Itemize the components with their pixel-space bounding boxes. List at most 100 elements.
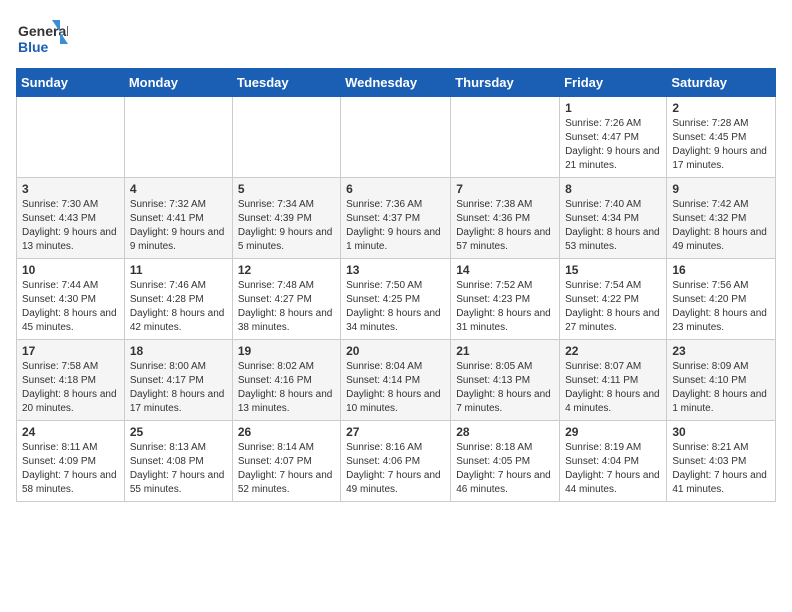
calendar-cell: 21 Sunrise: 8:05 AM Sunset: 4:13 PM Dayli… bbox=[451, 340, 560, 421]
page-header: General Blue bbox=[16, 16, 776, 60]
calendar-cell: 15 Sunrise: 7:54 AM Sunset: 4:22 PM Dayli… bbox=[560, 259, 667, 340]
day-number: 12 bbox=[238, 263, 335, 277]
calendar-header-row: SundayMondayTuesdayWednesdayThursdayFrid… bbox=[17, 69, 776, 97]
calendar-cell: 6Sunrise: 7:36 AM Sunset: 4:37 PM Daylig… bbox=[341, 178, 451, 259]
week-row-1: 1 Sunrise: 7:26 AM Sunset: 4:47 PM Daylig… bbox=[17, 97, 776, 178]
calendar-cell: 30Sunrise: 8:21 AM Sunset: 4:03 PM Dayli… bbox=[667, 421, 776, 502]
day-info: Sunrise: 8:19 AM Sunset: 4:04 PM Dayligh… bbox=[565, 442, 660, 495]
day-info: Sunrise: 8:07 AM Sunset: 4:11 PM Dayligh… bbox=[565, 361, 660, 414]
day-info: Sunrise: 8:04 AM Sunset: 4:14 PM Dayligh… bbox=[346, 361, 441, 414]
day-info: Sunrise: 8:14 AM Sunset: 4:07 PM Dayligh… bbox=[238, 442, 333, 495]
day-info: Sunrise: 7:54 AM Sunset: 4:22 PM Dayligh… bbox=[565, 280, 660, 333]
day-info: Sunrise: 7:30 AM Sunset: 4:43 PM Dayligh… bbox=[22, 199, 117, 252]
day-number: 30 bbox=[672, 425, 770, 439]
day-header-wednesday: Wednesday bbox=[341, 69, 451, 97]
day-number: 4 bbox=[130, 182, 227, 196]
day-number: 3 bbox=[22, 182, 119, 196]
calendar-cell: 27 Sunrise: 8:16 AM Sunset: 4:06 PM Dayli… bbox=[341, 421, 451, 502]
day-number: 16 bbox=[672, 263, 770, 277]
day-number: 1 bbox=[565, 101, 661, 115]
day-info: Sunrise: 8:00 AM Sunset: 4:17 PM Dayligh… bbox=[130, 361, 225, 414]
day-number: 2 bbox=[672, 101, 770, 115]
day-number: 7 bbox=[456, 182, 554, 196]
calendar-cell bbox=[341, 97, 451, 178]
day-info: Sunrise: 8:05 AM Sunset: 4:13 PM Dayligh… bbox=[456, 361, 551, 414]
day-info: Sunrise: 7:40 AM Sunset: 4:34 PM Dayligh… bbox=[565, 199, 660, 252]
calendar-cell: 4 Sunrise: 7:32 AM Sunset: 4:41 PM Daylig… bbox=[124, 178, 232, 259]
calendar-cell: 5Sunrise: 7:34 AM Sunset: 4:39 PM Daylig… bbox=[232, 178, 340, 259]
day-info: Sunrise: 8:09 AM Sunset: 4:10 PM Dayligh… bbox=[672, 361, 767, 414]
day-info: Sunrise: 7:42 AM Sunset: 4:32 PM Dayligh… bbox=[672, 199, 767, 252]
calendar-cell bbox=[232, 97, 340, 178]
week-row-2: 3 Sunrise: 7:30 AM Sunset: 4:43 PM Daylig… bbox=[17, 178, 776, 259]
day-number: 27 bbox=[346, 425, 445, 439]
calendar-cell: 9 Sunrise: 7:42 AM Sunset: 4:32 PM Daylig… bbox=[667, 178, 776, 259]
day-number: 17 bbox=[22, 344, 119, 358]
day-number: 25 bbox=[130, 425, 227, 439]
calendar-cell: 1 Sunrise: 7:26 AM Sunset: 4:47 PM Daylig… bbox=[560, 97, 667, 178]
calendar-cell: 7Sunrise: 7:38 AM Sunset: 4:36 PM Daylig… bbox=[451, 178, 560, 259]
day-number: 26 bbox=[238, 425, 335, 439]
day-number: 20 bbox=[346, 344, 445, 358]
calendar-cell: 18 Sunrise: 8:00 AM Sunset: 4:17 PM Dayli… bbox=[124, 340, 232, 421]
day-number: 11 bbox=[130, 263, 227, 277]
calendar-cell: 13 Sunrise: 7:50 AM Sunset: 4:25 PM Dayli… bbox=[341, 259, 451, 340]
calendar-cell: 8 Sunrise: 7:40 AM Sunset: 4:34 PM Daylig… bbox=[560, 178, 667, 259]
calendar-cell: 29Sunrise: 8:19 AM Sunset: 4:04 PM Dayli… bbox=[560, 421, 667, 502]
day-info: Sunrise: 7:58 AM Sunset: 4:18 PM Dayligh… bbox=[22, 361, 117, 414]
calendar-cell: 19Sunrise: 8:02 AM Sunset: 4:16 PM Dayli… bbox=[232, 340, 340, 421]
day-number: 23 bbox=[672, 344, 770, 358]
day-header-monday: Monday bbox=[124, 69, 232, 97]
calendar-cell: 11 Sunrise: 7:46 AM Sunset: 4:28 PM Dayli… bbox=[124, 259, 232, 340]
day-number: 19 bbox=[238, 344, 335, 358]
day-info: Sunrise: 8:11 AM Sunset: 4:09 PM Dayligh… bbox=[22, 442, 117, 495]
day-number: 8 bbox=[565, 182, 661, 196]
svg-text:Blue: Blue bbox=[18, 39, 49, 55]
calendar-cell bbox=[124, 97, 232, 178]
day-info: Sunrise: 8:16 AM Sunset: 4:06 PM Dayligh… bbox=[346, 442, 441, 495]
calendar-cell: 14 Sunrise: 7:52 AM Sunset: 4:23 PM Dayli… bbox=[451, 259, 560, 340]
day-number: 22 bbox=[565, 344, 661, 358]
calendar-cell: 12 Sunrise: 7:48 AM Sunset: 4:27 PM Dayli… bbox=[232, 259, 340, 340]
day-header-thursday: Thursday bbox=[451, 69, 560, 97]
day-number: 24 bbox=[22, 425, 119, 439]
day-number: 6 bbox=[346, 182, 445, 196]
calendar-cell: 17 Sunrise: 7:58 AM Sunset: 4:18 PM Dayli… bbox=[17, 340, 125, 421]
day-number: 15 bbox=[565, 263, 661, 277]
calendar-cell: 2Sunrise: 7:28 AM Sunset: 4:45 PM Daylig… bbox=[667, 97, 776, 178]
day-info: Sunrise: 7:26 AM Sunset: 4:47 PM Dayligh… bbox=[565, 118, 660, 171]
day-number: 21 bbox=[456, 344, 554, 358]
day-info: Sunrise: 7:52 AM Sunset: 4:23 PM Dayligh… bbox=[456, 280, 551, 333]
day-info: Sunrise: 7:32 AM Sunset: 4:41 PM Dayligh… bbox=[130, 199, 225, 252]
calendar-cell: 3 Sunrise: 7:30 AM Sunset: 4:43 PM Daylig… bbox=[17, 178, 125, 259]
calendar-cell: 22 Sunrise: 8:07 AM Sunset: 4:11 PM Dayli… bbox=[560, 340, 667, 421]
day-number: 14 bbox=[456, 263, 554, 277]
day-number: 18 bbox=[130, 344, 227, 358]
day-info: Sunrise: 7:44 AM Sunset: 4:30 PM Dayligh… bbox=[22, 280, 117, 333]
day-info: Sunrise: 7:48 AM Sunset: 4:27 PM Dayligh… bbox=[238, 280, 333, 333]
day-info: Sunrise: 7:56 AM Sunset: 4:20 PM Dayligh… bbox=[672, 280, 767, 333]
calendar-cell: 10 Sunrise: 7:44 AM Sunset: 4:30 PM Dayli… bbox=[17, 259, 125, 340]
day-info: Sunrise: 7:34 AM Sunset: 4:39 PM Dayligh… bbox=[238, 199, 333, 252]
calendar-cell: 26 Sunrise: 8:14 AM Sunset: 4:07 PM Dayli… bbox=[232, 421, 340, 502]
day-header-tuesday: Tuesday bbox=[232, 69, 340, 97]
calendar-cell: 28Sunrise: 8:18 AM Sunset: 4:05 PM Dayli… bbox=[451, 421, 560, 502]
calendar-cell bbox=[17, 97, 125, 178]
day-number: 9 bbox=[672, 182, 770, 196]
logo: General Blue bbox=[16, 16, 68, 60]
calendar-cell: 24 Sunrise: 8:11 AM Sunset: 4:09 PM Dayli… bbox=[17, 421, 125, 502]
day-header-sunday: Sunday bbox=[17, 69, 125, 97]
day-number: 13 bbox=[346, 263, 445, 277]
calendar-cell: 20 Sunrise: 8:04 AM Sunset: 4:14 PM Dayli… bbox=[341, 340, 451, 421]
calendar-cell bbox=[451, 97, 560, 178]
day-header-saturday: Saturday bbox=[667, 69, 776, 97]
week-row-3: 10 Sunrise: 7:44 AM Sunset: 4:30 PM Dayli… bbox=[17, 259, 776, 340]
day-info: Sunrise: 7:50 AM Sunset: 4:25 PM Dayligh… bbox=[346, 280, 441, 333]
calendar-cell: 25 Sunrise: 8:13 AM Sunset: 4:08 PM Dayli… bbox=[124, 421, 232, 502]
calendar-cell: 16 Sunrise: 7:56 AM Sunset: 4:20 PM Dayli… bbox=[667, 259, 776, 340]
day-info: Sunrise: 8:13 AM Sunset: 4:08 PM Dayligh… bbox=[130, 442, 225, 495]
day-info: Sunrise: 7:46 AM Sunset: 4:28 PM Dayligh… bbox=[130, 280, 225, 333]
day-number: 10 bbox=[22, 263, 119, 277]
logo-icon: General Blue bbox=[16, 16, 68, 60]
day-info: Sunrise: 8:18 AM Sunset: 4:05 PM Dayligh… bbox=[456, 442, 551, 495]
